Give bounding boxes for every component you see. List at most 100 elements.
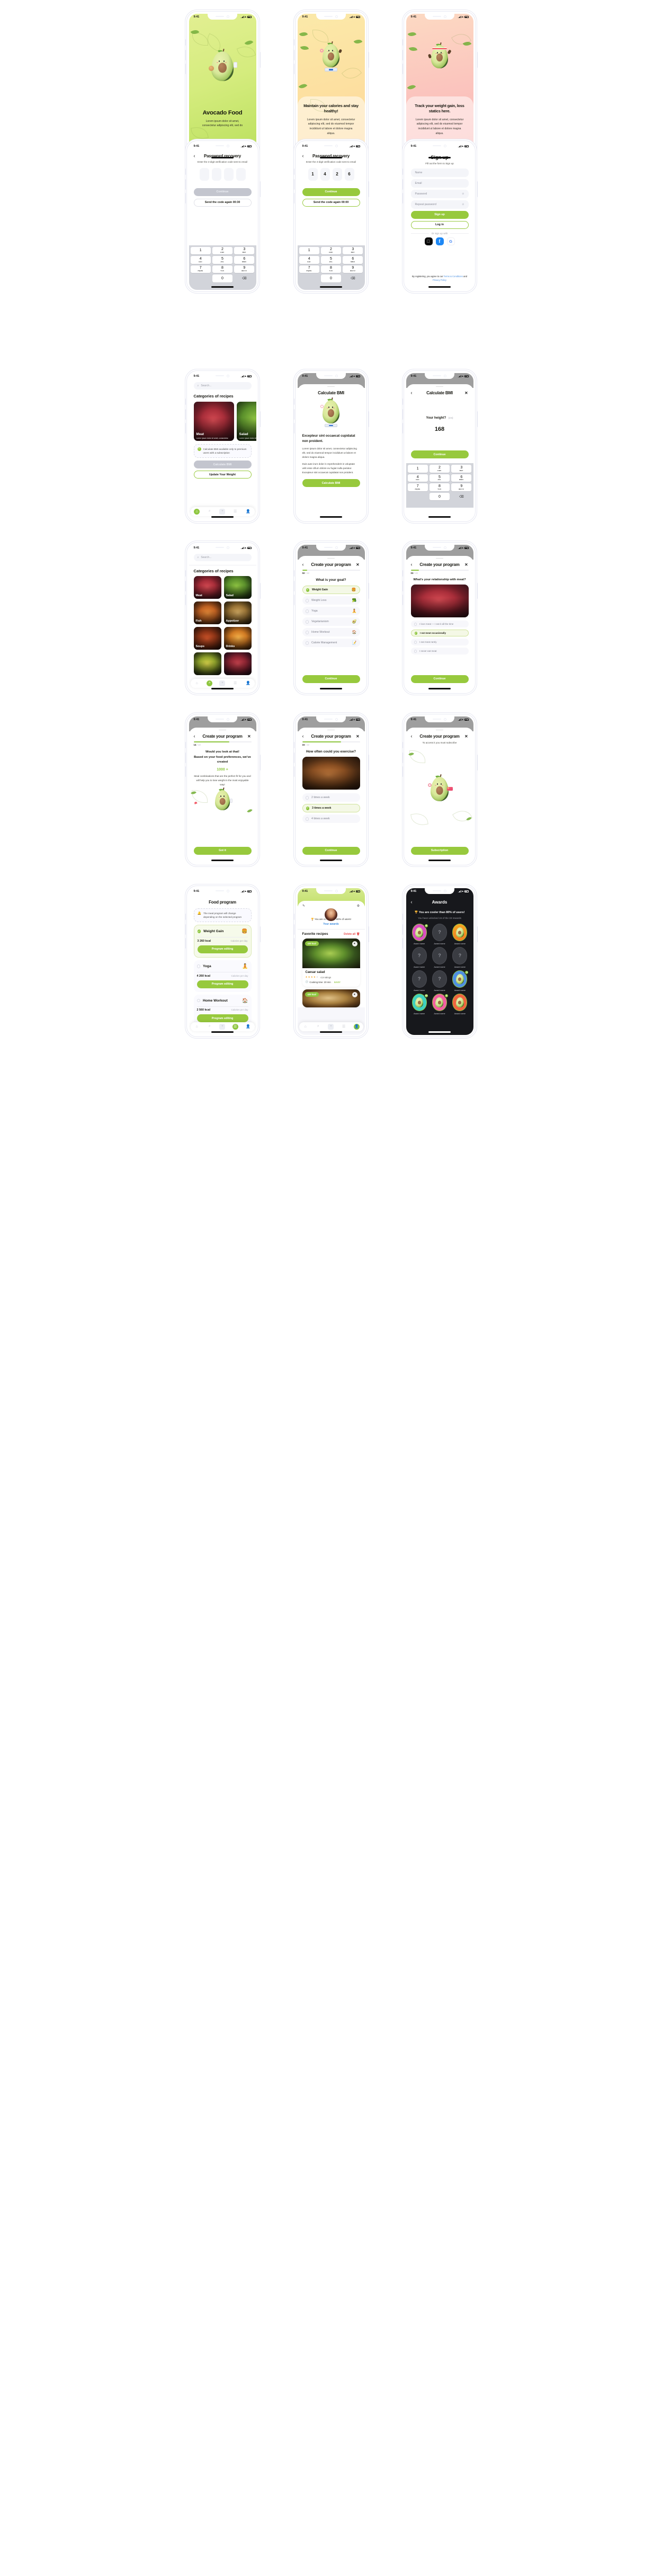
volume-down-button[interactable] xyxy=(184,64,186,74)
back-button[interactable]: ‹ xyxy=(302,733,304,739)
eye-off-icon[interactable]: ⊘ xyxy=(462,203,464,206)
close-icon[interactable]: ✕ xyxy=(464,391,468,395)
key-1[interactable]: 1 xyxy=(299,246,319,254)
tab-profile[interactable]: 👤 xyxy=(353,1023,360,1030)
tab-home[interactable]: ⌂ xyxy=(302,1024,308,1030)
volume-down-button[interactable] xyxy=(293,423,294,433)
favorite-heart-icon[interactable]: ♥ xyxy=(352,992,357,998)
tab-search[interactable]: ⌕ xyxy=(207,1024,212,1030)
recipe-card[interactable]: 420 kcal ♥ Caesar salad ★ ★ ★ ★ ★ 4,5 ra… xyxy=(302,939,360,987)
mute-switch[interactable] xyxy=(184,914,186,920)
code-input-group[interactable]: 1 4 2 6 xyxy=(298,167,365,181)
close-icon[interactable]: ✕ xyxy=(464,734,468,739)
volume-down-button[interactable] xyxy=(184,193,186,203)
option-home-workout[interactable]: Home Workout 🏠 xyxy=(302,628,360,637)
award-item[interactable]: ? Award name xyxy=(431,946,448,968)
option-yoga[interactable]: Yoga 🧘 xyxy=(302,607,360,616)
home-indicator[interactable] xyxy=(428,286,451,288)
height-value[interactable]: 168 xyxy=(406,426,473,432)
mute-switch[interactable] xyxy=(401,169,403,175)
key-8[interactable]: 8 TUV xyxy=(212,265,233,273)
tab-home[interactable]: ⌂ xyxy=(194,680,200,686)
program-card-yoga[interactable]: Yoga 🧘 4 260 kcal Calories per day Progr… xyxy=(193,960,252,992)
code-digit-2[interactable] xyxy=(223,167,234,181)
calculate-bmi-button[interactable]: Calculate BMI xyxy=(302,479,360,488)
continue-button[interactable]: Continue xyxy=(410,675,469,683)
award-item[interactable]: ? Award name xyxy=(451,946,468,968)
key-5[interactable]: 5 JKL xyxy=(212,256,233,264)
close-icon[interactable]: ✕ xyxy=(356,562,359,567)
code-digit-3[interactable]: 6 xyxy=(344,167,354,181)
power-button[interactable] xyxy=(368,755,369,771)
program-edit-button[interactable]: Program editing xyxy=(197,945,248,953)
search-input[interactable]: ⌕ Search... xyxy=(193,382,252,390)
option-love-meat[interactable]: I love meat — I eat it all the time xyxy=(410,621,469,628)
signup-button[interactable]: Sign up xyxy=(410,210,469,219)
power-button[interactable] xyxy=(476,52,478,68)
facebook-icon[interactable]: f xyxy=(435,237,444,245)
power-button[interactable] xyxy=(259,583,261,599)
volume-up-button[interactable] xyxy=(401,179,403,190)
option-never[interactable]: I never eat meat xyxy=(410,648,469,655)
home-indicator[interactable] xyxy=(211,157,234,158)
code-digit-0[interactable] xyxy=(199,167,209,181)
home-indicator[interactable] xyxy=(428,688,451,689)
backspace-icon[interactable]: ⌫ xyxy=(234,275,254,282)
option-calorie-management[interactable]: Calorie Management 📝 xyxy=(302,639,360,648)
award-item[interactable]: 4 Award name xyxy=(451,970,469,992)
close-icon[interactable]: ✕ xyxy=(247,734,251,739)
power-button[interactable] xyxy=(368,52,369,68)
category-card[interactable] xyxy=(223,652,252,676)
key-0[interactable]: 0 xyxy=(429,492,450,501)
volume-up-button[interactable] xyxy=(401,753,403,763)
tab-list[interactable]: ☰ xyxy=(232,1023,238,1030)
resend-code-button[interactable]: Send the code again 00:30 xyxy=(193,198,252,207)
email-field[interactable]: Email xyxy=(410,179,469,188)
bottom-tab-bar[interactable]: ⌂ ⌕ + ☰ 👤 xyxy=(190,678,255,688)
power-button[interactable] xyxy=(368,411,369,427)
volume-up-button[interactable] xyxy=(293,179,294,190)
name-field[interactable]: Name xyxy=(410,168,469,177)
recipe-card[interactable]: 420 kcal ♥ xyxy=(302,989,360,1008)
privacy-link[interactable]: Privacy Policy xyxy=(433,279,446,281)
code-input-group[interactable] xyxy=(189,167,256,181)
key-2[interactable]: 2 ABC xyxy=(429,465,450,473)
home-indicator[interactable] xyxy=(320,688,342,689)
home-indicator[interactable] xyxy=(428,157,451,158)
volume-down-button[interactable] xyxy=(401,64,403,74)
mute-switch[interactable] xyxy=(293,570,294,577)
close-icon[interactable]: ✕ xyxy=(464,562,468,567)
back-button[interactable]: ‹ xyxy=(194,733,195,739)
avatar[interactable] xyxy=(324,907,338,922)
tab-home[interactable]: ⌂ xyxy=(194,1024,200,1030)
password-field[interactable]: Password ⊘ xyxy=(410,189,469,198)
power-button[interactable] xyxy=(259,181,261,197)
volume-down-button[interactable] xyxy=(184,938,186,949)
search-input[interactable]: ⌕ Search... xyxy=(193,553,252,561)
power-button[interactable] xyxy=(476,755,478,771)
tab-search[interactable]: ⌕ xyxy=(207,509,212,515)
key-7[interactable]: 7 PQRS xyxy=(190,265,211,273)
mute-switch[interactable] xyxy=(293,399,294,405)
volume-down-button[interactable] xyxy=(401,423,403,433)
update-weight-button[interactable]: Update Your Weight xyxy=(193,471,252,479)
volume-down-button[interactable] xyxy=(293,64,294,74)
volume-up-button[interactable] xyxy=(184,924,186,935)
continue-button[interactable]: Continue xyxy=(410,450,469,459)
repeat-password-field[interactable]: Repeat password ⊘ xyxy=(410,200,469,209)
key-6[interactable]: 6 MNO xyxy=(343,256,363,264)
sheet-grabber[interactable] xyxy=(327,729,335,731)
power-button[interactable] xyxy=(259,926,261,942)
volume-up-button[interactable] xyxy=(293,753,294,763)
volume-up-button[interactable] xyxy=(184,50,186,60)
calculate-bmi-button[interactable]: Calculate BMI xyxy=(193,461,252,469)
award-item[interactable]: ? Award name xyxy=(431,923,448,945)
volume-up-button[interactable] xyxy=(184,753,186,763)
favorite-heart-icon[interactable]: ♥ xyxy=(352,941,357,947)
category-card[interactable]: Fish xyxy=(193,601,221,625)
category-card[interactable]: Soups xyxy=(193,627,221,650)
tab-home[interactable]: ⌂ xyxy=(194,508,200,515)
continue-button[interactable]: Continue xyxy=(302,188,360,196)
mute-switch[interactable] xyxy=(184,570,186,577)
backspace-icon[interactable]: ⌫ xyxy=(343,275,363,282)
